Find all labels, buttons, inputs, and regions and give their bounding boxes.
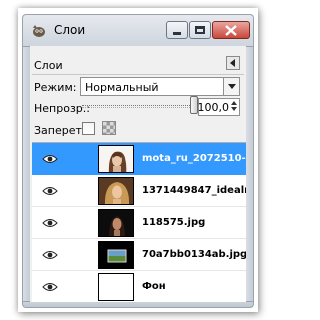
- eye-icon[interactable]: [42, 154, 58, 164]
- layer-thumbnail: [98, 273, 134, 301]
- spin-down-icon: [231, 107, 237, 111]
- window-border-left: [22, 46, 30, 302]
- layer-thumbnail: [98, 241, 134, 269]
- eye-icon[interactable]: [42, 282, 58, 292]
- layer-name[interactable]: 118575.jpg: [142, 217, 205, 228]
- panel-header: Слои: [30, 56, 246, 72]
- layer-name[interactable]: 70a7bb0134ab.jpg: [142, 249, 246, 260]
- lock-alpha-checker-icon[interactable]: [102, 121, 116, 135]
- layer-thumbnail: [98, 209, 134, 237]
- maximize-icon: [195, 26, 205, 34]
- layer-row[interactable]: 118575.jpg: [32, 207, 246, 239]
- spin-arrows[interactable]: [231, 100, 238, 114]
- layer-row[interactable]: Фон: [32, 271, 246, 302]
- panel-menu-arrow-icon: [230, 59, 235, 67]
- panel-title: Слои: [34, 59, 63, 72]
- layer-row[interactable]: 1371449847_idealnay: [32, 175, 246, 207]
- window-border-bottom: [22, 302, 254, 308]
- chevron-down-icon: [227, 84, 236, 89]
- window-title: Слои: [54, 23, 86, 37]
- portrait-thumbnail-icon: [99, 146, 133, 172]
- mode-dropdown[interactable]: Нормальный: [80, 77, 240, 96]
- close-icon: [225, 24, 237, 36]
- lock-pixels-checkbox[interactable]: [82, 122, 95, 135]
- layer-name[interactable]: mota_ru_2072510-12: [142, 153, 246, 164]
- panel-menu-button[interactable]: [226, 56, 240, 70]
- eye-icon[interactable]: [42, 218, 58, 228]
- maximize-button[interactable]: [189, 21, 211, 39]
- opacity-value: 100,0: [197, 101, 230, 114]
- landscape-frame-thumbnail-icon: [99, 242, 133, 268]
- opacity-label: Непрозр.:: [34, 102, 90, 115]
- minimize-icon: [173, 31, 181, 35]
- layer-thumbnail: [98, 177, 134, 205]
- layer-row[interactable]: mota_ru_2072510-12: [32, 143, 246, 175]
- opacity-slider[interactable]: [82, 105, 194, 108]
- dropdown-arrow-button[interactable]: [223, 78, 239, 95]
- portrait-thumbnail-icon: [99, 178, 133, 204]
- mode-value: Нормальный: [85, 81, 159, 94]
- title-bar[interactable]: Слои: [22, 14, 254, 46]
- close-button[interactable]: [212, 21, 250, 39]
- gimp-icon: [33, 25, 45, 37]
- layer-list: mota_ru_2072510-12 1371449847_idealnay: [32, 142, 246, 302]
- layer-name[interactable]: 1371449847_idealnay: [142, 185, 246, 196]
- layer-thumbnail: [98, 145, 134, 173]
- layer-name[interactable]: Фон: [142, 281, 166, 292]
- eye-icon[interactable]: [42, 250, 58, 260]
- eye-icon[interactable]: [42, 186, 58, 196]
- opacity-spinbox[interactable]: 100,0: [198, 98, 240, 116]
- panel-separator: [32, 74, 244, 75]
- minimize-button[interactable]: [166, 21, 188, 39]
- layers-dock: Слои Режим: Нормальный Непрозр.: 100,0 З…: [30, 46, 246, 302]
- spin-up-icon: [231, 101, 237, 105]
- window-border-right: [246, 46, 254, 302]
- layer-row[interactable]: 70a7bb0134ab.jpg: [32, 239, 246, 271]
- mode-label: Режим:: [34, 81, 77, 94]
- portrait-thumbnail-icon: [99, 210, 133, 236]
